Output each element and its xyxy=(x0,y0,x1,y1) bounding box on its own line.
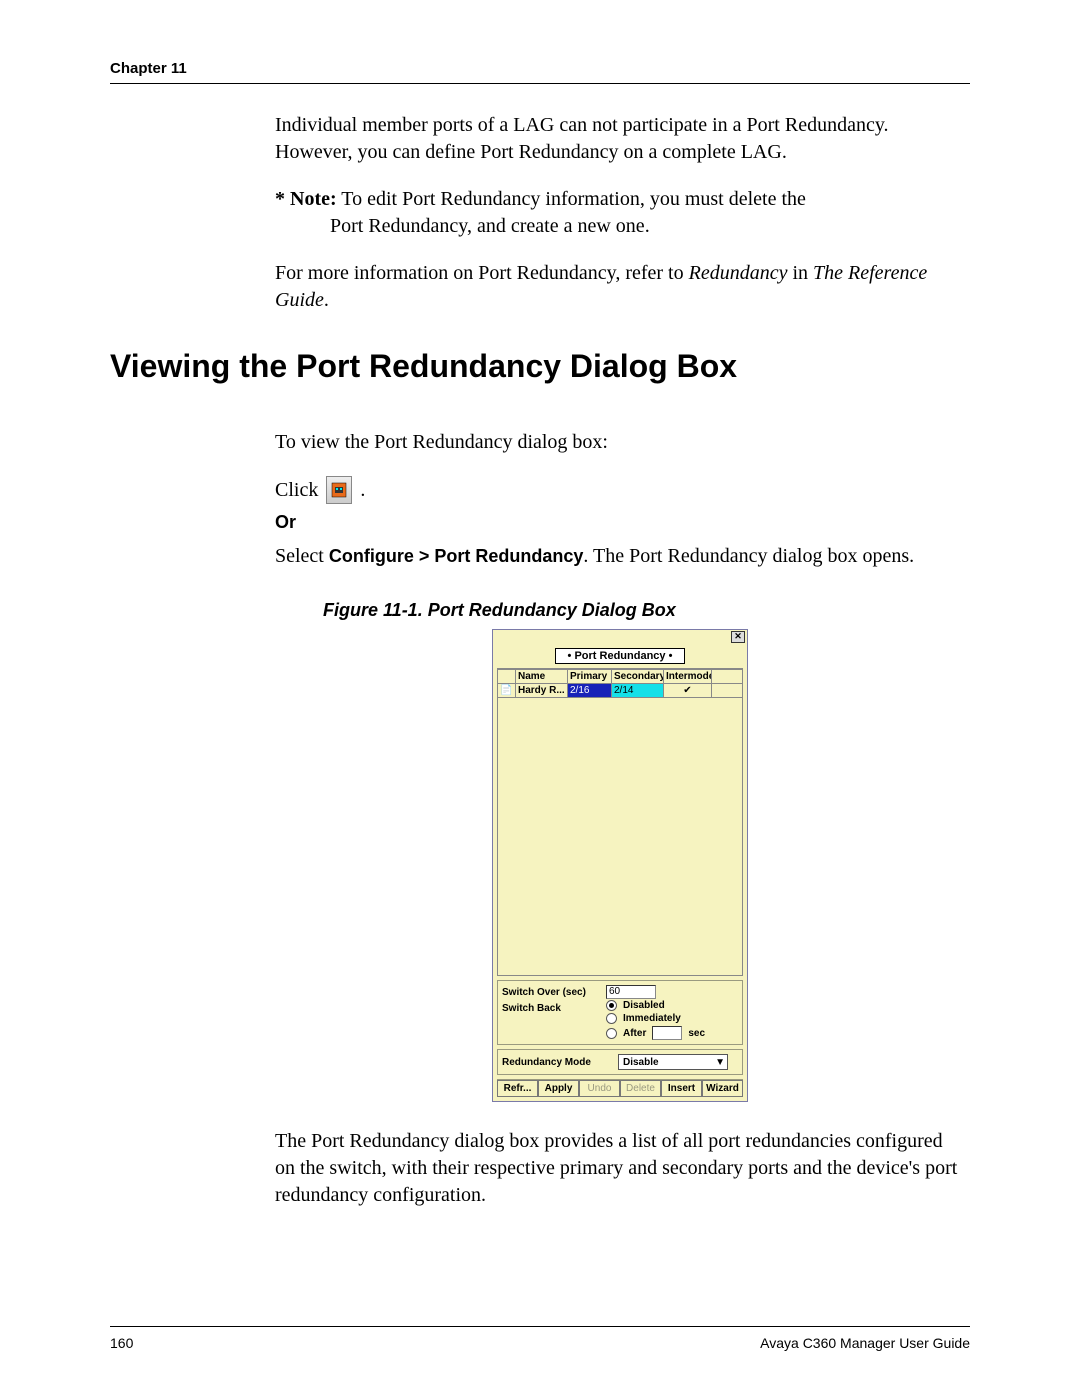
switch-back-label: Switch Back xyxy=(502,1003,600,1014)
apply-button[interactable]: Apply xyxy=(538,1080,579,1097)
radio-disabled-label: Disabled xyxy=(623,1000,665,1011)
intro-paragraph-1: Individual member ports of a LAG can not… xyxy=(275,112,965,166)
wizard-button[interactable]: Wizard xyxy=(702,1080,743,1097)
refresh-button[interactable]: Refr... xyxy=(497,1080,538,1097)
intro-paragraph-2: For more information on Port Redundancy,… xyxy=(275,260,965,314)
note-text-line1: To edit Port Redundancy information, you… xyxy=(341,188,806,210)
row-secondary[interactable]: 2/14 xyxy=(612,684,664,697)
radio-immediately[interactable] xyxy=(606,1013,617,1024)
after-figure-paragraph: The Port Redundancy dialog box provides … xyxy=(275,1128,965,1209)
switch-over-input[interactable]: 60 xyxy=(606,985,656,999)
view-intro: To view the Port Redundancy dialog box: xyxy=(275,429,965,456)
table-row[interactable]: 📄 Hardy R... 2/16 2/14 ✔ xyxy=(498,683,742,698)
note-paragraph: * Note: To edit Port Redundancy informat… xyxy=(275,186,965,240)
switch-over-label: Switch Over (sec) xyxy=(502,987,600,998)
note-label: * Note: xyxy=(275,188,337,210)
page-number: 160 xyxy=(110,1335,133,1351)
table-body-empty xyxy=(497,698,743,976)
chapter-header: Chapter 11 xyxy=(110,60,970,77)
radio-after-label: After xyxy=(623,1028,646,1039)
after-seconds-input[interactable] xyxy=(652,1026,682,1040)
click-instruction: Click . xyxy=(275,476,965,504)
chevron-down-icon: ▼ xyxy=(715,1057,725,1068)
row-name[interactable]: Hardy R... xyxy=(516,684,568,697)
section-heading: Viewing the Port Redundancy Dialog Box xyxy=(110,348,965,385)
col-icon xyxy=(498,670,516,683)
note-text-line2: Port Redundancy, and create a new one. xyxy=(275,213,965,240)
col-secondary[interactable]: Secondary xyxy=(612,670,664,683)
dialog-title: • Port Redundancy • xyxy=(555,648,685,664)
redundancy-mode-label: Redundancy Mode xyxy=(502,1057,612,1068)
select-instruction: Select Configure > Port Redundancy. The … xyxy=(275,543,965,570)
row-intermode-checkbox[interactable]: ✔ xyxy=(664,684,712,697)
after-unit-label: sec xyxy=(688,1028,705,1039)
undo-button[interactable]: Undo xyxy=(579,1080,620,1097)
document-title: Avaya C360 Manager User Guide xyxy=(760,1335,970,1351)
switch-panel: Switch Over (sec) 60 Switch Back Disable… xyxy=(497,980,743,1045)
col-name[interactable]: Name xyxy=(516,670,568,683)
close-icon[interactable]: ✕ xyxy=(731,631,745,643)
port-redundancy-toolbar-icon[interactable] xyxy=(326,476,352,504)
col-intermode[interactable]: Intermode xyxy=(664,670,712,683)
redundancy-mode-panel: Redundancy Mode Disable ▼ xyxy=(497,1049,743,1075)
delete-button[interactable]: Delete xyxy=(620,1080,661,1097)
table-header: Name Primary Secondary Intermode xyxy=(498,669,742,683)
row-icon: 📄 xyxy=(498,684,516,697)
insert-button[interactable]: Insert xyxy=(661,1080,702,1097)
or-label: Or xyxy=(275,512,965,533)
dialog-button-bar: Refr... Apply Undo Delete Insert Wizard xyxy=(497,1079,743,1097)
col-primary[interactable]: Primary xyxy=(568,670,612,683)
figure-caption: Figure 11-1. Port Redundancy Dialog Box xyxy=(323,600,965,621)
row-primary[interactable]: 2/16 xyxy=(568,684,612,697)
radio-immediately-label: Immediately xyxy=(623,1013,681,1024)
header-rule xyxy=(110,83,970,84)
redundancy-mode-dropdown[interactable]: Disable ▼ xyxy=(618,1054,728,1070)
radio-after[interactable] xyxy=(606,1028,617,1039)
page-footer: 160 Avaya C360 Manager User Guide xyxy=(110,1326,970,1351)
radio-disabled[interactable] xyxy=(606,1000,617,1011)
port-redundancy-dialog: ✕ • Port Redundancy • Name Primary Secon… xyxy=(492,629,748,1102)
